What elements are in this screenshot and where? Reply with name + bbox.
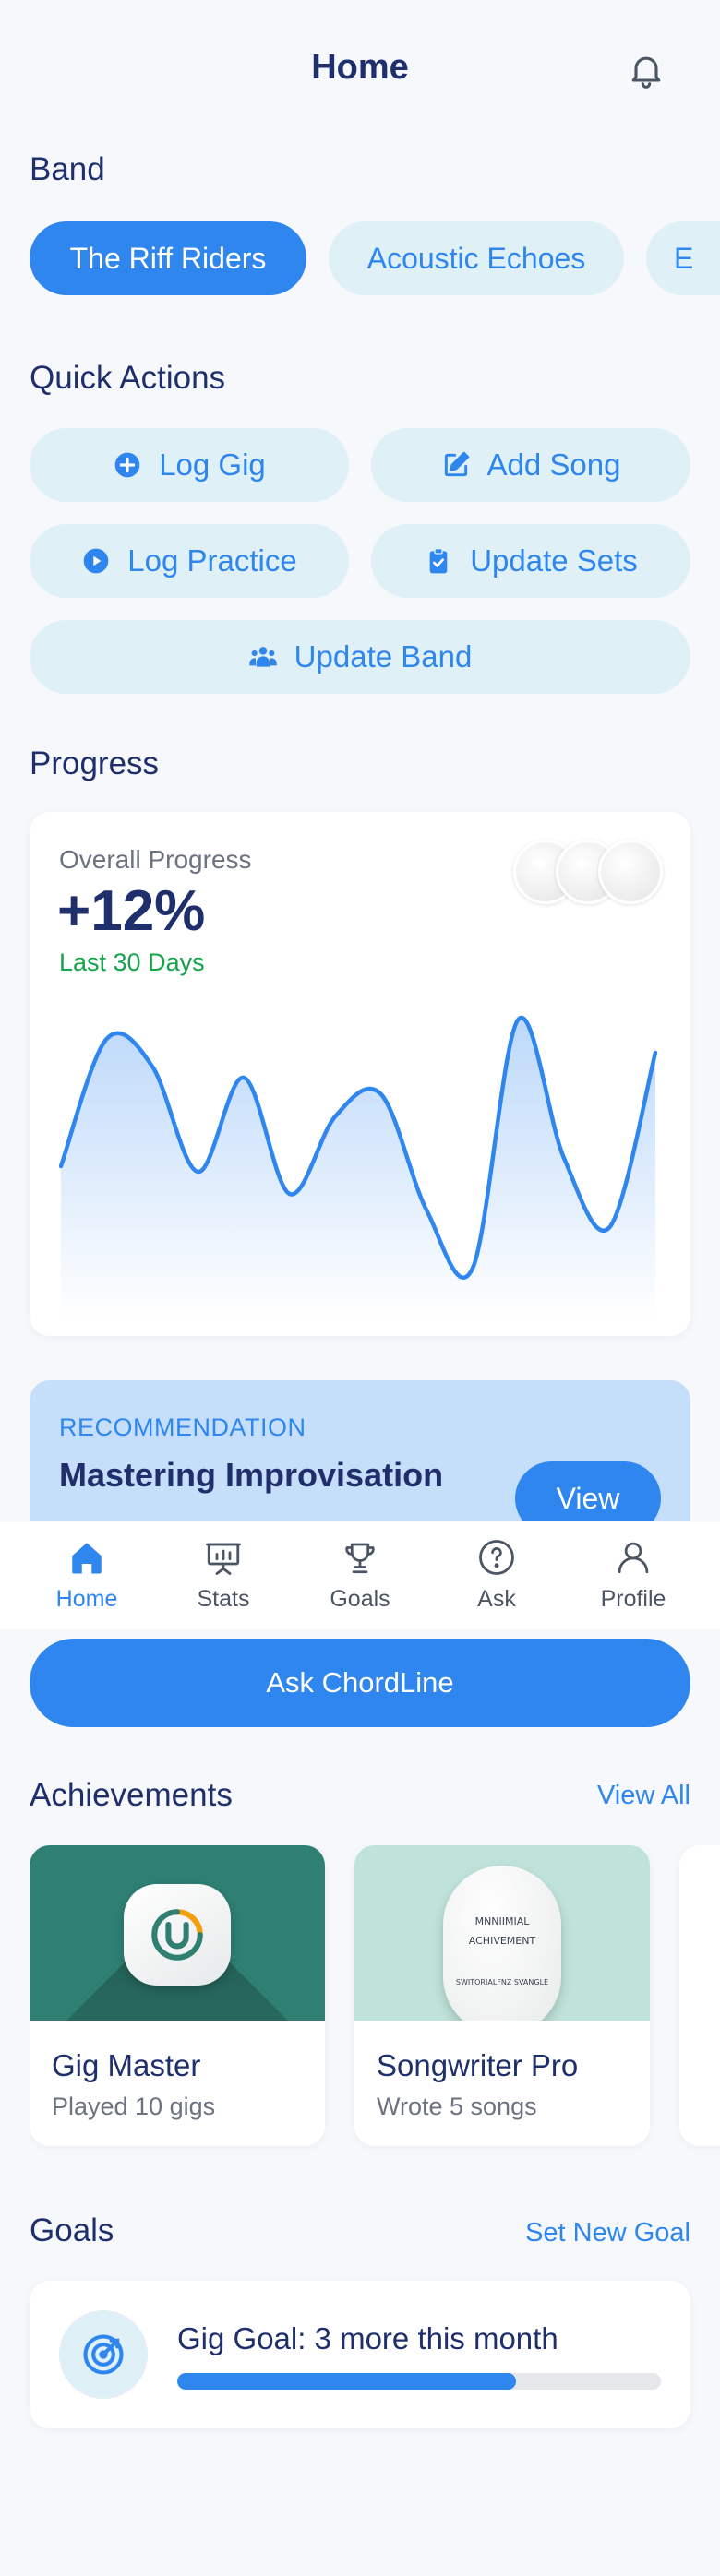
trophy-icon [345, 1543, 375, 1574]
progress-line-chart [59, 1015, 657, 1319]
badge-text: SWITORIALFNZ SVANGLE [455, 1977, 549, 1986]
achievement-image [30, 1845, 325, 2021]
presentation-chart-icon [206, 1543, 241, 1575]
user-icon [618, 1542, 649, 1574]
log-gig-button[interactable]: Log Gig [30, 428, 349, 502]
log-practice-button[interactable]: Log Practice [30, 524, 349, 598]
overall-progress-label: Overall Progress [59, 845, 252, 874]
question-circle-icon [479, 1540, 514, 1575]
log-gig-label: Log Gig [159, 447, 266, 482]
set-new-goal-link[interactable]: Set New Goal [525, 2218, 690, 2248]
badge-icon [124, 1884, 231, 1986]
band-section-title: Band [30, 151, 105, 187]
recommendation-eyebrow: RECOMMENDATION [59, 1413, 306, 1441]
achievement-subtitle: Wrote 5 songs [377, 2093, 537, 2120]
tab-stats[interactable]: Stats [163, 1538, 283, 1613]
update-sets-label: Update Sets [470, 543, 638, 578]
progress-title: Progress [30, 745, 160, 781]
update-sets-button[interactable]: Update Sets [371, 524, 690, 598]
tab-profile[interactable]: Profile [573, 1538, 693, 1613]
update-band-label: Update Band [294, 639, 473, 674]
plus-circle-icon [114, 452, 140, 478]
achievements-title: Achievements [30, 1777, 233, 1813]
play-circle-icon [83, 548, 109, 574]
band-chip-acoustic-echoes[interactable]: Acoustic Echoes [329, 221, 624, 295]
goals-title: Goals [30, 2212, 114, 2248]
goal-progress-fill [177, 2373, 516, 2390]
target-icon [83, 2334, 124, 2375]
ask-chordline-button[interactable]: Ask ChordLine [30, 1639, 690, 1727]
progress-value: +12% [57, 879, 206, 943]
log-practice-label: Log Practice [127, 543, 297, 578]
bottom-tab-bar: Home Stats Goals Ask Profile [0, 1521, 720, 1629]
progress-period: Last 30 Days [59, 948, 205, 976]
quick-actions-title: Quick Actions [30, 360, 226, 396]
bell-icon[interactable] [626, 50, 666, 90]
avatar-group [513, 840, 663, 904]
goal-title: Gig Goal: 3 more this month [177, 2321, 558, 2355]
goal-icon-wrap [59, 2310, 148, 2399]
achievement-subtitle: Played 10 gigs [52, 2093, 216, 2120]
achievements-carousel: Gig Master Played 10 gigs MNNIIMIAL ACHI… [30, 1845, 720, 2150]
achievement-title: Songwriter Pro [377, 2048, 579, 2082]
users-icon [249, 647, 277, 667]
award-icon [151, 1909, 203, 1961]
goal-card[interactable]: Gig Goal: 3 more this month [30, 2281, 690, 2428]
avatar [598, 840, 663, 904]
badge-text: ACHIVEMENT [468, 1934, 536, 1947]
tab-home-label: Home [55, 1586, 118, 1612]
home-icon [72, 1543, 102, 1574]
view-all-link[interactable]: View All [597, 1781, 690, 1811]
clipboard-icon [429, 548, 448, 574]
achievement-title: Gig Master [52, 2048, 201, 2082]
tab-home[interactable]: Home [27, 1538, 147, 1613]
update-band-button[interactable]: Update Band [30, 620, 690, 694]
page-title: Home [311, 48, 409, 87]
goal-progress-track [177, 2373, 661, 2390]
achievement-image: MNNIIMIAL ACHIVEMENT SWITORIALFNZ SVANGL… [354, 1845, 650, 2021]
band-chip-row: The Riff Riders Acoustic Echoes E [30, 221, 720, 295]
band-chip-partial[interactable]: E [646, 221, 720, 295]
tab-profile-label: Profile [600, 1586, 666, 1612]
badge-text: MNNIIMIAL [474, 1914, 530, 1927]
tab-ask-label: Ask [477, 1586, 516, 1612]
tab-goals[interactable]: Goals [300, 1538, 420, 1613]
edit-icon [444, 451, 469, 477]
recommendation-title: Mastering Improvisation [59, 1456, 444, 1494]
band-chip-the-riff-riders[interactable]: The Riff Riders [30, 221, 306, 295]
add-song-button[interactable]: Add Song [371, 428, 690, 502]
badge-icon: MNNIIMIAL ACHIVEMENT SWITORIALFNZ SVANGL… [443, 1866, 561, 2021]
achievement-card[interactable]: Gig Master Played 10 gigs [30, 1845, 325, 2146]
add-song-label: Add Song [486, 447, 621, 482]
achievement-card-partial[interactable] [679, 1845, 720, 2146]
achievement-card[interactable]: MNNIIMIAL ACHIVEMENT SWITORIALFNZ SVANGL… [354, 1845, 650, 2146]
tab-stats-label: Stats [197, 1586, 250, 1612]
progress-card: Overall Progress +12% Last 30 Days [30, 812, 690, 1336]
tab-ask[interactable]: Ask [437, 1538, 557, 1613]
tab-goals-label: Goals [330, 1586, 390, 1612]
